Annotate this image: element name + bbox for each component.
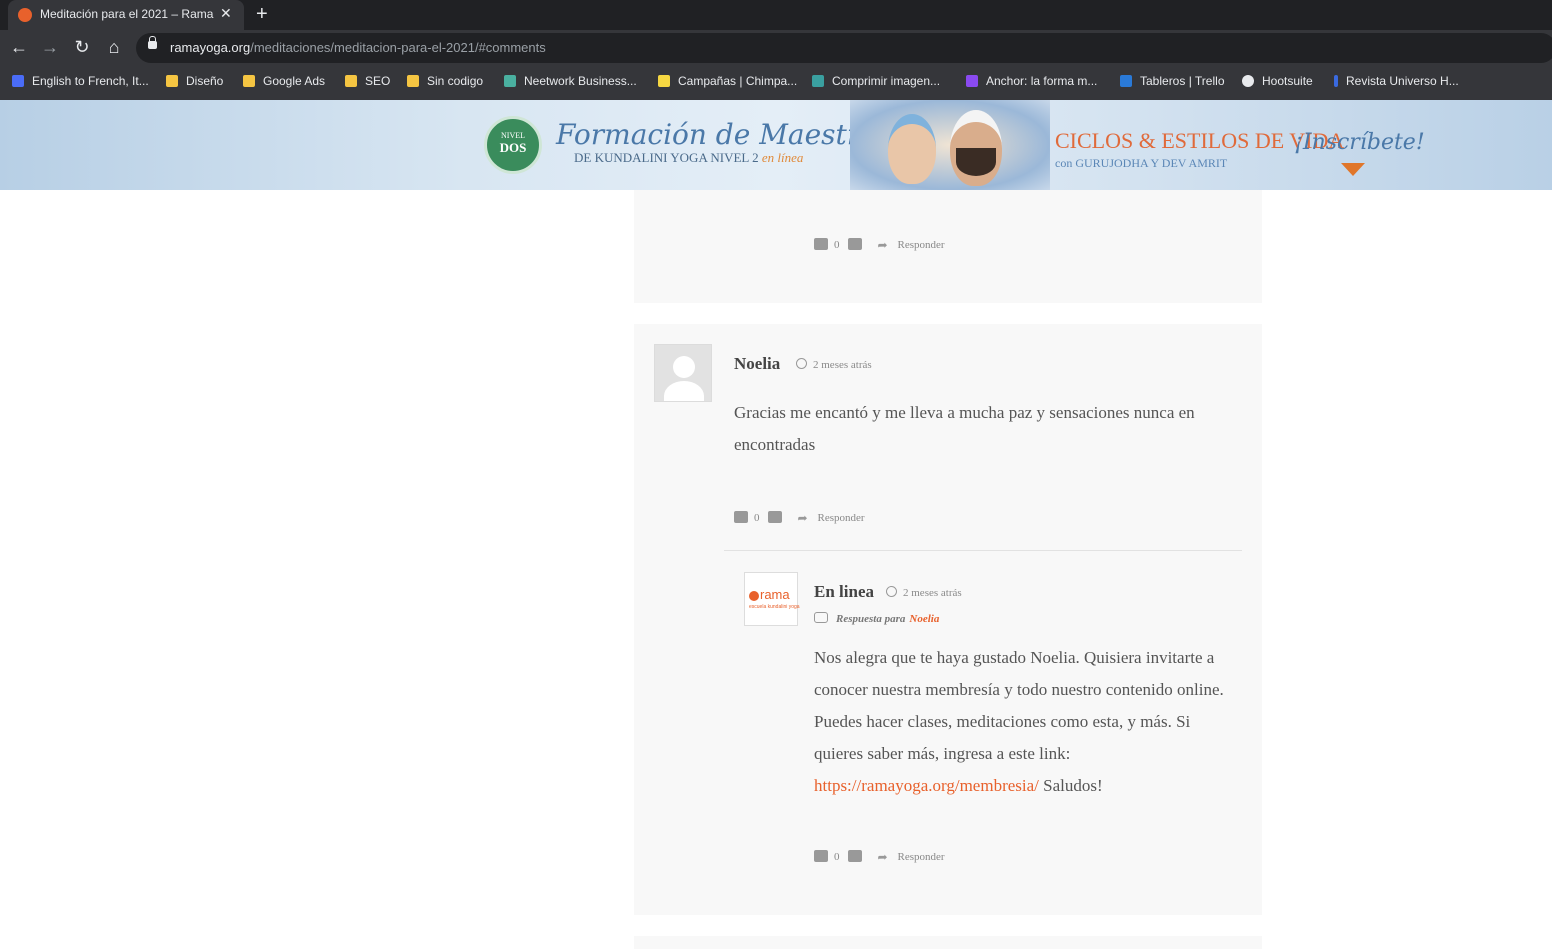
comment-card: Noelia 2 meses atrás Gracias me encantó … [634, 324, 1262, 915]
level-two-seal: NIVEL DOS [484, 116, 542, 174]
bookmark-item[interactable]: Revista Universo H... [1334, 74, 1459, 88]
comment-actions: 0 ➦ Responder [734, 511, 865, 525]
reply-icon: ➦ [877, 238, 888, 252]
reply-button[interactable]: Responder [898, 851, 945, 863]
banner-title: Formación de Maestros [556, 118, 892, 151]
reply-to-link[interactable]: Noelia [909, 613, 939, 625]
bookmark-folder[interactable]: Sin codigo [407, 74, 483, 88]
address-bar[interactable]: ramayoga.org/meditaciones/meditacion-par… [136, 33, 1552, 63]
comment-card [634, 936, 1262, 949]
reply-button[interactable]: Responder [898, 239, 945, 251]
thumbs-down-icon[interactable] [847, 850, 862, 862]
folder-icon [407, 75, 419, 87]
bookmark-folder[interactable]: SEO [345, 74, 390, 88]
reload-icon[interactable]: ↻ [71, 37, 93, 58]
bookmark-item[interactable]: Neetwork Business... [504, 74, 637, 88]
bookmark-item[interactable]: Anchor: la forma m... [966, 74, 1097, 88]
comment-actions: 0 ➦ Responder [814, 238, 945, 252]
banner-subtitle: DE KUNDALINI YOGA NIVEL 2 en línea [574, 150, 804, 165]
browser-tab[interactable]: Meditación para el 2021 – Rama ✕ [8, 0, 244, 30]
comment-card: 0 ➦ Responder [634, 190, 1262, 303]
comment-time: 2 meses atrás [796, 358, 872, 371]
tab-title: Meditación para el 2021 – Rama [40, 7, 214, 21]
reply-text: Nos alegra que te haya gustado Noelia. Q… [814, 648, 1224, 795]
favicon-icon [18, 8, 32, 22]
close-tab-icon[interactable]: ✕ [220, 5, 232, 22]
clock-icon [886, 586, 897, 597]
back-icon[interactable]: ← [8, 37, 30, 58]
bookmark-item[interactable]: English to French, It... [12, 74, 149, 88]
bookmark-icon [812, 75, 824, 87]
reply-time: 2 meses atrás [886, 586, 962, 599]
like-count: 0 [834, 239, 840, 251]
folder-icon [243, 75, 255, 87]
clock-icon [796, 358, 807, 369]
bookmark-item[interactable]: Tableros | Trello [1120, 74, 1225, 88]
rama-avatar: rama escuela kundalini yoga [744, 572, 800, 626]
teacher-beard [956, 148, 996, 176]
comment-bubble-icon [814, 612, 828, 623]
bookmark-folder[interactable]: Diseño [166, 74, 223, 88]
bookmark-icon [658, 75, 670, 87]
bookmark-item[interactable]: Campañas | Chimpa... [658, 74, 797, 88]
user-avatar [654, 344, 712, 402]
thumbs-up-icon[interactable] [814, 850, 828, 862]
new-tab-icon[interactable]: + [256, 3, 268, 26]
thumbs-up-icon[interactable] [734, 511, 748, 523]
bookmark-item[interactable]: Comprimir imagen... [812, 74, 940, 88]
owl-icon [1242, 75, 1254, 87]
bookmark-icon [966, 75, 978, 87]
trello-icon [1120, 75, 1132, 87]
promo-banner[interactable]: NIVEL DOS Formación de Maestros DE KUNDA… [0, 100, 1552, 190]
reply-icon: ➦ [797, 511, 808, 525]
membership-link[interactable]: https://ramayoga.org/membresia/ [814, 776, 1039, 795]
reply-button[interactable]: Responder [818, 512, 865, 524]
folder-icon [166, 75, 178, 87]
lock-icon [148, 36, 157, 49]
banner-teachers: con GURUJODHA Y DEV AMRIT [1055, 156, 1228, 170]
comment-author[interactable]: Noelia [734, 354, 780, 374]
like-count: 0 [834, 851, 840, 863]
home-icon[interactable]: ⌂ [103, 37, 125, 58]
reply-author[interactable]: En linea [814, 582, 874, 602]
browser-tab-bar: Meditación para el 2021 – Rama ✕ + [0, 0, 1552, 30]
bookmark-item[interactable]: Hootsuite [1242, 74, 1313, 88]
bookmarks-bar: English to French, It... Diseño Google A… [0, 66, 1552, 100]
thumbs-down-icon[interactable] [847, 238, 862, 250]
teacher-photo [888, 114, 936, 184]
browser-toolbar: ← → ↻ ⌂ ramayoga.org/meditaciones/medita… [0, 30, 1552, 66]
comment-text: Gracias me encantó y me lleva a mucha pa… [734, 403, 1195, 454]
banner-cta[interactable]: ¡Inscríbete! [1294, 130, 1425, 155]
reply-to: Respuesta para Noelia [814, 612, 939, 625]
bookmark-icon [504, 75, 516, 87]
bookmark-icon [12, 75, 24, 87]
teachers-photo [850, 100, 1050, 190]
forward-icon[interactable]: → [39, 37, 61, 58]
reply-actions: 0 ➦ Responder [814, 850, 945, 864]
url-text: ramayoga.org/meditaciones/meditacion-par… [170, 40, 546, 55]
reply-icon: ➦ [877, 850, 888, 864]
folder-icon [345, 75, 357, 87]
bookmark-icon [1334, 75, 1338, 87]
thumbs-down-icon[interactable] [767, 511, 782, 523]
bookmark-folder[interactable]: Google Ads [243, 74, 325, 88]
like-count: 0 [754, 512, 760, 524]
divider [724, 550, 1242, 551]
arrow-down-icon [1341, 163, 1365, 176]
thumbs-up-icon[interactable] [814, 238, 828, 250]
